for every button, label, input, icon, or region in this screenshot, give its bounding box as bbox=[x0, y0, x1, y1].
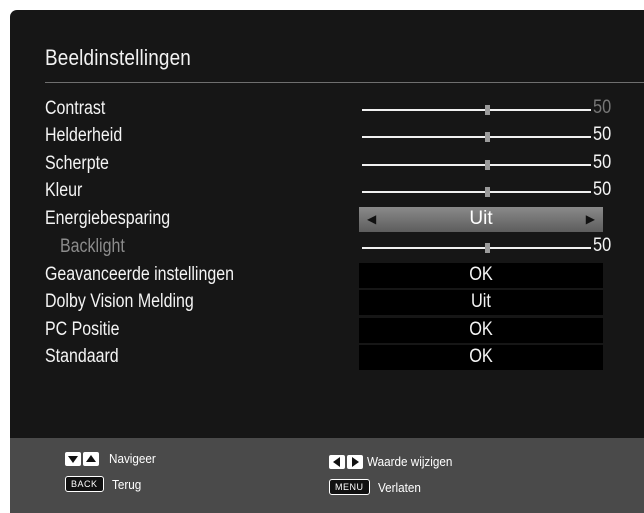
setting-row-geavanceerde-instellingen[interactable]: Geavanceerde instellingen OK bbox=[10, 263, 644, 288]
scherpte-slider[interactable] bbox=[362, 160, 591, 170]
helderheid-slider[interactable] bbox=[362, 132, 591, 142]
setting-row-standaard[interactable]: Standaard OK bbox=[10, 345, 644, 370]
button-label: OK bbox=[469, 264, 493, 285]
selector-value: Uit bbox=[469, 208, 493, 229]
setting-row-scherpte[interactable]: Scherpte 50 bbox=[10, 152, 644, 176]
setting-label: PC Positie bbox=[45, 319, 120, 340]
setting-label: Dolby Vision Melding bbox=[45, 291, 194, 312]
setting-label: Energiebesparing bbox=[45, 208, 171, 229]
menu-key-icon: MENU bbox=[329, 479, 370, 495]
slider-value: 50 bbox=[593, 97, 612, 118]
slider-value: 50 bbox=[593, 235, 612, 256]
kleur-slider[interactable] bbox=[362, 187, 591, 197]
setting-row-energiebesparing[interactable]: Energiebesparing ◀ Uit ▶ bbox=[10, 207, 644, 232]
arrow-right-icon bbox=[347, 454, 363, 469]
hint-navigate: Navigeer bbox=[65, 451, 161, 466]
setting-label: Contrast bbox=[45, 98, 106, 119]
setting-row-pc-positie[interactable]: PC Positie OK bbox=[10, 318, 644, 343]
hint-back: BACK Terug bbox=[65, 476, 144, 492]
settings-panel: Beeldinstellingen Contrast 50 Helderheid… bbox=[10, 10, 644, 513]
pc-positie-ok-button[interactable]: OK bbox=[359, 318, 603, 343]
backlight-slider[interactable] bbox=[362, 243, 591, 253]
setting-row-kleur[interactable]: Kleur 50 bbox=[10, 179, 644, 203]
standaard-ok-button[interactable]: OK bbox=[359, 345, 603, 370]
slider-value: 50 bbox=[593, 179, 612, 200]
slider-thumb[interactable] bbox=[484, 187, 490, 197]
menu-title: Beeldinstellingen bbox=[45, 45, 191, 70]
setting-row-helderheid[interactable]: Helderheid 50 bbox=[10, 124, 644, 148]
hint-exit: MENU Verlaten bbox=[329, 479, 425, 495]
setting-row-dolby-vision-melding[interactable]: Dolby Vision Melding Uit bbox=[10, 290, 644, 315]
arrow-left-icon bbox=[329, 454, 345, 469]
button-label: OK bbox=[469, 346, 493, 367]
button-label: OK bbox=[469, 319, 493, 340]
slider-value: 50 bbox=[593, 152, 612, 173]
geavanceerde-ok-button[interactable]: OK bbox=[359, 263, 603, 288]
slider-thumb[interactable] bbox=[484, 105, 490, 115]
setting-row-backlight[interactable]: Backlight 50 bbox=[10, 235, 644, 259]
hint-text: Verlaten bbox=[377, 479, 421, 495]
slider-value: 50 bbox=[593, 124, 612, 145]
arrow-right-icon[interactable]: ▶ bbox=[586, 212, 595, 226]
title-divider bbox=[45, 82, 644, 83]
setting-label: Geavanceerde instellingen bbox=[45, 264, 234, 285]
slider-thumb[interactable] bbox=[484, 132, 490, 142]
setting-row-contrast[interactable]: Contrast 50 bbox=[10, 97, 644, 121]
button-label: Uit bbox=[471, 291, 491, 312]
hint-change-value: Waarde wijzigen bbox=[329, 454, 462, 469]
slider-thumb[interactable] bbox=[484, 160, 490, 170]
arrow-down-icon bbox=[65, 451, 81, 466]
contrast-slider[interactable] bbox=[362, 105, 591, 115]
slider-thumb[interactable] bbox=[484, 243, 490, 253]
dolby-vision-button[interactable]: Uit bbox=[359, 290, 603, 315]
setting-label: Scherpte bbox=[45, 153, 109, 174]
back-key-icon: BACK bbox=[65, 476, 104, 492]
hint-text: Terug bbox=[111, 476, 141, 492]
setting-label: Standaard bbox=[45, 346, 119, 367]
setting-label: Backlight bbox=[60, 236, 125, 257]
setting-label: Kleur bbox=[45, 180, 83, 201]
setting-label: Helderheid bbox=[45, 125, 123, 146]
help-footer: Navigeer BACK Terug Waarde wijzigen MENU… bbox=[10, 438, 644, 513]
arrow-up-icon bbox=[83, 451, 99, 466]
hint-text: Waarde wijzigen bbox=[367, 454, 453, 469]
hint-text: Navigeer bbox=[109, 451, 156, 466]
energiebesparing-selector[interactable]: ◀ Uit ▶ bbox=[359, 207, 603, 232]
